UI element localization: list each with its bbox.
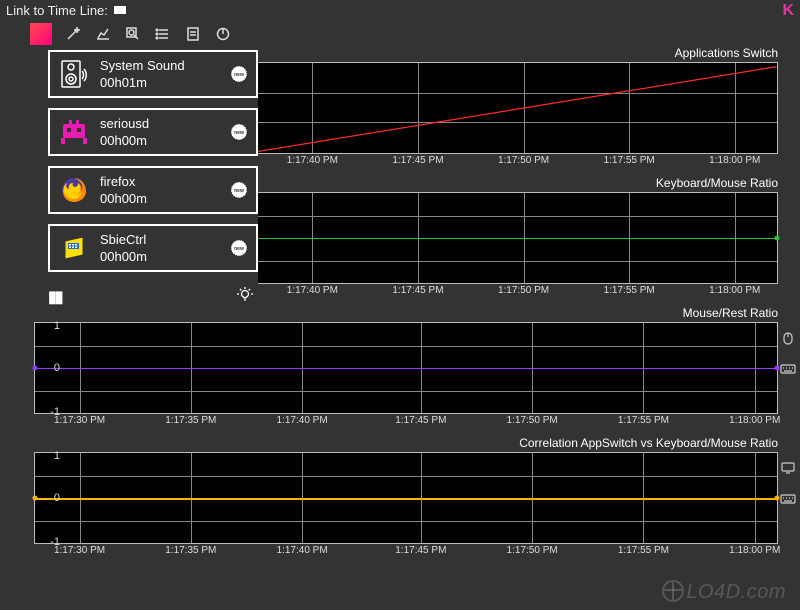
titlebar-text: Link to Time Line:	[6, 3, 108, 18]
keyboard-icon[interactable]	[780, 363, 798, 378]
app-item-firefox[interactable]: firefox 00h00m new	[48, 166, 258, 214]
plot-area[interactable]: 1:17:30 PM 1:17:35 PM 1:17:40 PM 1:17:45…	[34, 322, 778, 414]
list-icon[interactable]	[154, 25, 172, 43]
firefox-icon	[58, 174, 90, 206]
app-item-sbiectrl[interactable]: SbieCtrl 00h00m new	[48, 224, 258, 272]
app-time: 00h01m	[100, 75, 185, 90]
app-time: 00h00m	[100, 133, 149, 148]
document-icon[interactable]	[184, 25, 202, 43]
y-tick: 0	[34, 362, 64, 374]
svg-text:new: new	[234, 130, 244, 136]
color-swatch[interactable]	[30, 23, 52, 45]
watermark: LO4D.com	[662, 580, 786, 604]
y-tick: 0	[34, 492, 64, 504]
titlebar-indicator	[114, 6, 126, 14]
new-badge-icon: new	[230, 181, 248, 199]
app-item-seriousd[interactable]: seriousd 00h00m new	[48, 108, 258, 156]
x-tick: 1:17:45 PM	[392, 153, 443, 166]
chart-icon[interactable]	[94, 25, 112, 43]
plot-area[interactable]: 1:17:40 PM 1:17:45 PM 1:17:50 PM 1:17:55…	[248, 62, 778, 154]
x-tick: 1:17:40 PM	[287, 153, 338, 166]
app-time: 00h00m	[100, 249, 147, 264]
app-panel-footer: ▮▮	[48, 282, 258, 307]
x-tick: 1:17:45 PM	[395, 543, 446, 556]
new-badge-icon: new	[230, 65, 248, 83]
x-tick: 1:17:55 PM	[604, 283, 655, 296]
robot-icon	[58, 116, 90, 148]
plot-area[interactable]: 1:17:30 PM 1:17:35 PM 1:17:40 PM 1:17:45…	[34, 452, 778, 544]
x-tick: 1:17:50 PM	[507, 413, 558, 426]
x-tick: 1:17:35 PM	[165, 413, 216, 426]
watermark-text: LO4D.com	[686, 581, 786, 603]
chart-title: Correlation AppSwitch vs Keyboard/Mouse …	[519, 436, 778, 450]
monitor-icon[interactable]	[780, 460, 798, 479]
x-tick: 1:17:40 PM	[277, 413, 328, 426]
svg-text:new: new	[234, 246, 244, 252]
x-tick: 1:17:50 PM	[507, 543, 558, 556]
globe-icon	[662, 580, 684, 602]
chart-title: Mouse/Rest Ratio	[683, 306, 778, 320]
y-tick: -1	[34, 406, 64, 418]
chart-title: Applications Switch	[675, 46, 778, 60]
x-tick: 1:17:45 PM	[395, 413, 446, 426]
x-tick: 1:17:55 PM	[618, 543, 669, 556]
chart-panel-correlation: Correlation AppSwitch vs Keyboard/Mouse …	[4, 438, 796, 564]
x-tick: 1:18:00 PM	[729, 543, 780, 556]
x-tick: 1:17:55 PM	[618, 413, 669, 426]
chart3-side-icons	[780, 460, 798, 508]
app-name: firefox	[100, 174, 147, 189]
lightbulb-icon[interactable]	[236, 286, 254, 307]
new-badge-icon: new	[230, 239, 248, 257]
x-tick: 1:18:00 PM	[729, 413, 780, 426]
power-icon[interactable]	[214, 25, 232, 43]
pause-icon[interactable]: ▮▮	[48, 287, 62, 307]
new-badge-icon: new	[230, 123, 248, 141]
application-list-panel: System Sound 00h01m new seriousd 00h00m …	[48, 50, 258, 307]
x-tick: 1:17:40 PM	[287, 283, 338, 296]
svg-text:new: new	[234, 72, 244, 78]
wand-icon[interactable]	[64, 25, 82, 43]
close-icon[interactable]: K	[782, 2, 794, 20]
x-tick: 1:17:55 PM	[604, 153, 655, 166]
x-tick: 1:18:00 PM	[709, 153, 760, 166]
y-tick: 1	[34, 320, 64, 332]
x-tick: 1:17:35 PM	[165, 543, 216, 556]
speaker-icon	[58, 58, 90, 90]
x-tick: 1:17:40 PM	[277, 543, 328, 556]
search-icon[interactable]	[124, 25, 142, 43]
x-tick: 1:17:50 PM	[498, 283, 549, 296]
x-tick: 1:17:45 PM	[392, 283, 443, 296]
app-time: 00h00m	[100, 191, 147, 206]
toolbar	[0, 20, 800, 48]
titlebar: Link to Time Line: K	[0, 0, 800, 20]
app-name: SbieCtrl	[100, 232, 147, 247]
y-tick: -1	[34, 536, 64, 548]
app-name: System Sound	[100, 58, 185, 73]
app-name: seriousd	[100, 116, 149, 131]
sandbox-icon	[58, 232, 90, 264]
keyboard-icon[interactable]	[780, 493, 798, 508]
mouse-icon[interactable]	[780, 330, 798, 349]
chart-panel-mouserest: Mouse/Rest Ratio 1:17:30 PM 1:17:35 PM 1…	[4, 308, 796, 434]
x-tick: 1:18:00 PM	[709, 283, 760, 296]
svg-text:new: new	[234, 188, 244, 194]
x-tick: 1:17:50 PM	[498, 153, 549, 166]
plot-area[interactable]: 1:17:40 PM 1:17:45 PM 1:17:50 PM 1:17:55…	[248, 192, 778, 284]
app-item-system-sound[interactable]: System Sound 00h01m new	[48, 50, 258, 98]
y-tick: 1	[34, 450, 64, 462]
chart2-side-icons	[780, 330, 798, 378]
chart-title: Keyboard/Mouse Ratio	[656, 176, 778, 190]
